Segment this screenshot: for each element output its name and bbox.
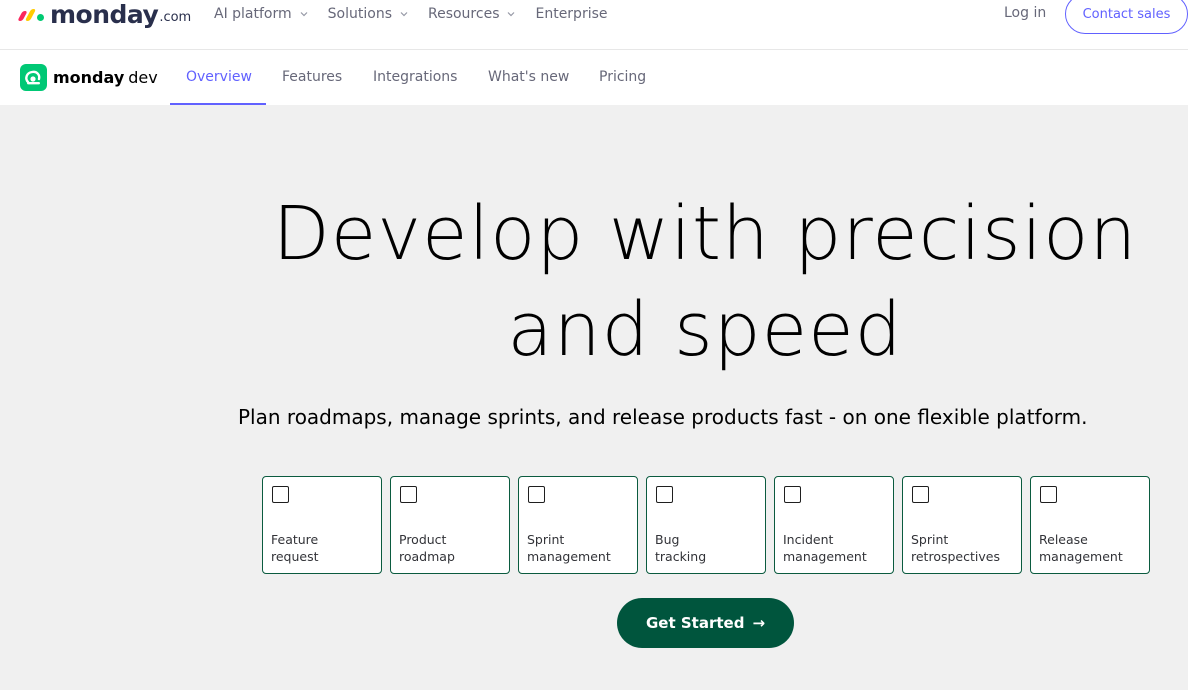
option-release-management[interactable]: Release management — [1030, 476, 1150, 574]
option-product-roadmap[interactable]: Product roadmap — [390, 476, 510, 574]
option-label: Incident management — [783, 531, 867, 565]
option-label-line2: management — [783, 549, 867, 564]
option-label-line2: tracking — [655, 549, 707, 564]
tab-features[interactable]: Features — [282, 69, 342, 85]
tab-whats-new[interactable]: What's new — [488, 69, 569, 85]
option-label-line1: Release — [1039, 532, 1088, 547]
nav-label: Resources — [427, 6, 500, 22]
option-sprint-management[interactable]: Sprint management — [518, 476, 638, 574]
checkbox[interactable] — [1040, 486, 1057, 503]
option-incident-management[interactable]: Incident management — [774, 476, 894, 574]
active-tab-indicator — [170, 103, 266, 105]
option-label: Feature request — [271, 531, 319, 565]
option-sprint-retrospectives[interactable]: Sprint retrospectives — [902, 476, 1022, 574]
tab-pricing[interactable]: Pricing — [599, 69, 646, 85]
chevron-down-icon — [300, 10, 308, 18]
option-label-line1: Sprint — [911, 532, 949, 547]
nav-ai-platform[interactable]: AI platform — [214, 5, 308, 23]
contact-sales-button[interactable]: Contact sales — [1065, 0, 1188, 34]
option-label-line1: Sprint — [527, 532, 565, 547]
checkbox[interactable] — [784, 486, 801, 503]
get-started-button[interactable]: Get Started → — [617, 598, 794, 648]
checkbox[interactable] — [528, 486, 545, 503]
option-label-line2: management — [527, 549, 611, 564]
top-navigation-bar: monday .com AI platform Solutions Resour… — [0, 0, 1188, 50]
chevron-down-icon — [400, 10, 408, 18]
option-label-line2: retrospectives — [911, 549, 1000, 564]
checkbox[interactable] — [656, 486, 673, 503]
login-link[interactable]: Log in — [1004, 5, 1046, 21]
product-subnav: monday dev Overview Features Integration… — [0, 50, 1188, 105]
nav-label: Enterprise — [535, 6, 608, 22]
hero-subtitle: Plan roadmaps, manage sprints, and relea… — [238, 405, 1088, 429]
nav-enterprise[interactable]: Enterprise — [535, 5, 607, 23]
get-started-label: Get Started — [645, 614, 745, 632]
option-bug-tracking[interactable]: Bug tracking — [646, 476, 766, 574]
monday-logo[interactable]: monday .com — [17, 0, 192, 29]
option-label: Bug tracking — [655, 531, 706, 565]
hero-headline-line1: Develop with precision — [272, 191, 1138, 277]
nav-resources[interactable]: Resources — [428, 5, 516, 23]
nav-label: Solutions — [327, 6, 392, 22]
option-label: Release management — [1039, 531, 1123, 565]
chevron-down-icon — [507, 10, 515, 18]
monday-logo-icon — [17, 7, 46, 21]
logo-text: monday — [50, 0, 159, 29]
monday-dev-logo[interactable]: monday dev — [20, 64, 158, 91]
arrow-right-icon: → — [752, 614, 766, 632]
checkbox[interactable] — [400, 486, 417, 503]
monday-dev-icon — [20, 64, 47, 91]
use-case-options: Feature request Product roadmap Sprint m… — [262, 476, 1150, 574]
option-label-line2: management — [1039, 549, 1123, 564]
option-label: Sprint management — [527, 531, 611, 565]
option-label-line1: Bug — [655, 532, 680, 547]
logo-suffix: .com — [159, 9, 192, 25]
nav-solutions[interactable]: Solutions — [328, 5, 408, 23]
tab-integrations[interactable]: Integrations — [373, 69, 457, 85]
checkbox[interactable] — [912, 486, 929, 503]
dev-brand-text: monday — [53, 68, 125, 87]
checkbox[interactable] — [272, 486, 289, 503]
option-label-line2: roadmap — [399, 549, 455, 564]
option-label-line2: request — [271, 549, 319, 564]
option-label: Product roadmap — [399, 531, 455, 565]
option-label: Sprint retrospectives — [911, 531, 1000, 565]
main-nav: AI platform Solutions Resources Enterpri… — [214, 5, 628, 23]
hero-headline-line2: and speed — [507, 287, 903, 373]
dev-brand-suffix: dev — [128, 68, 158, 87]
option-label-line1: Product — [399, 532, 447, 547]
option-label-line1: Feature — [271, 532, 319, 547]
nav-label: AI platform — [214, 6, 292, 22]
option-feature-request[interactable]: Feature request — [262, 476, 382, 574]
option-label-line1: Incident — [783, 532, 834, 547]
tab-overview[interactable]: Overview — [186, 69, 252, 85]
